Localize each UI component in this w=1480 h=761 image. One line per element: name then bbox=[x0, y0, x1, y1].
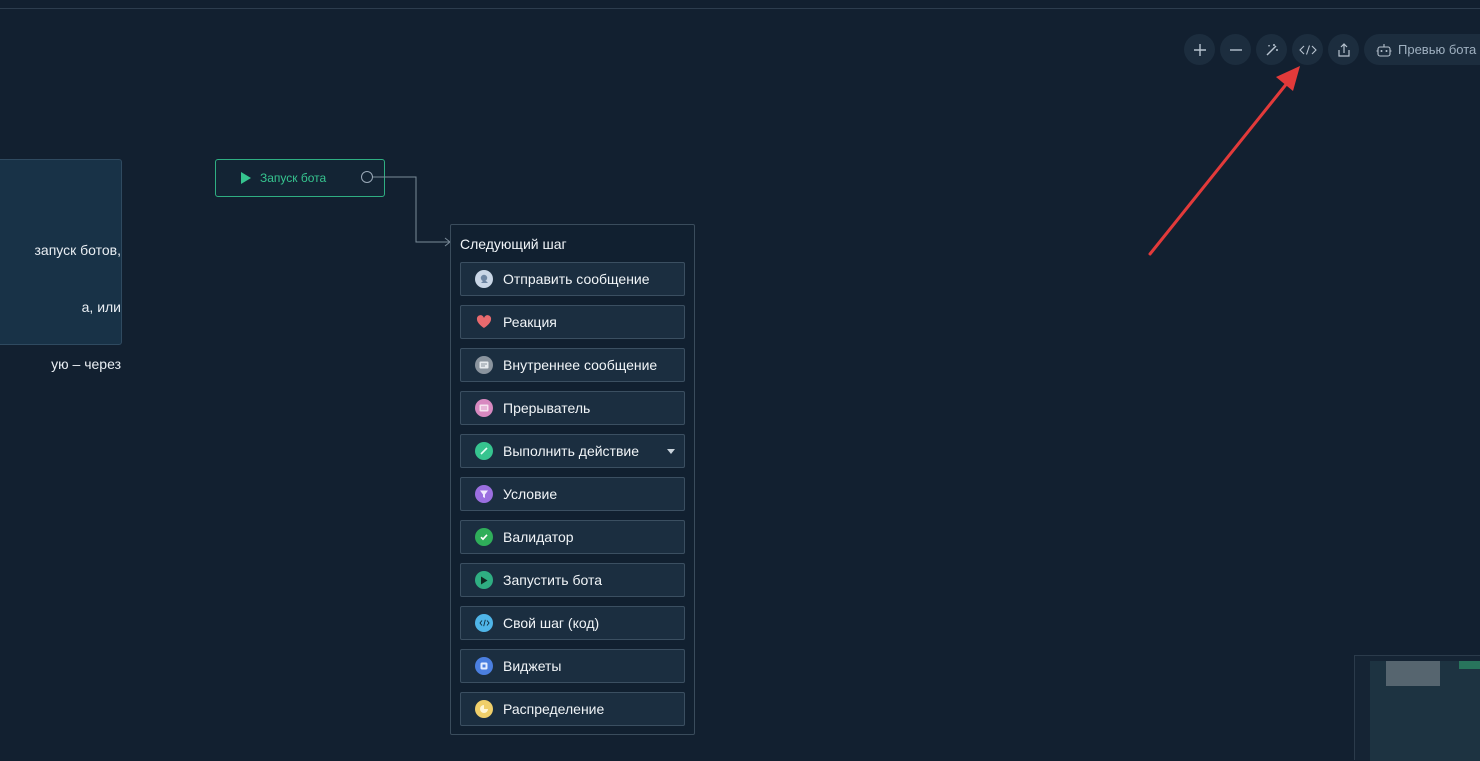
step-label: Выполнить действие bbox=[503, 443, 640, 459]
step-label: Виджеты bbox=[503, 658, 562, 674]
plus-icon bbox=[1193, 43, 1206, 56]
note-text: запуск ботов, а, или ую – через bbox=[0, 203, 121, 393]
step-widgets[interactable]: Виджеты bbox=[460, 649, 685, 683]
chevron-down-icon[interactable] bbox=[667, 449, 675, 454]
code-icon bbox=[475, 614, 493, 632]
note-line: а, или bbox=[81, 299, 121, 315]
step-reaction[interactable]: Реакция bbox=[460, 305, 685, 339]
internal-message-icon bbox=[475, 356, 493, 374]
top-divider bbox=[0, 8, 1480, 9]
step-label: Свой шаг (код) bbox=[503, 615, 600, 631]
step-custom-code[interactable]: Свой шаг (код) bbox=[460, 606, 685, 640]
step-condition[interactable]: Условие bbox=[460, 477, 685, 511]
heart-icon bbox=[475, 313, 493, 331]
chat-bubble-icon bbox=[475, 270, 493, 288]
magic-wand-icon bbox=[1266, 43, 1278, 55]
step-distribution[interactable]: Распределение bbox=[460, 692, 685, 726]
step-interrupter[interactable]: Прерыватель bbox=[460, 391, 685, 425]
step-label: Валидатор bbox=[503, 529, 574, 545]
auto-layout-button[interactable] bbox=[1256, 34, 1287, 65]
minimap-node bbox=[1459, 661, 1480, 669]
play-icon bbox=[241, 172, 251, 184]
robot-icon bbox=[1376, 43, 1392, 57]
bot-preview-label: Превью бота bbox=[1398, 42, 1477, 57]
step-label: Условие bbox=[503, 486, 558, 502]
step-label: Отправить сообщение bbox=[503, 271, 650, 287]
node-connector bbox=[373, 176, 451, 247]
step-label: Запустить бота bbox=[503, 572, 603, 588]
output-port[interactable] bbox=[361, 171, 373, 183]
note-line: запуск ботов, bbox=[34, 242, 121, 258]
filter-icon bbox=[475, 485, 493, 503]
minimap-node bbox=[1386, 661, 1440, 686]
minimap[interactable] bbox=[1354, 655, 1480, 761]
step-validator[interactable]: Валидатор bbox=[460, 520, 685, 554]
step-label: Прерыватель bbox=[503, 400, 591, 416]
check-icon bbox=[475, 528, 493, 546]
export-icon bbox=[1337, 42, 1350, 57]
widget-icon bbox=[475, 657, 493, 675]
code-button[interactable] bbox=[1292, 34, 1323, 65]
start-bot-node[interactable]: Запуск бота bbox=[215, 159, 385, 197]
step-send-message[interactable]: Отправить сообщение bbox=[460, 262, 685, 296]
step-label: Распределение bbox=[503, 701, 605, 717]
step-start-bot[interactable]: Запустить бота bbox=[460, 563, 685, 597]
minus-icon bbox=[1229, 48, 1242, 51]
interrupt-icon bbox=[475, 399, 493, 417]
next-step-panel: Следующий шаг Отправить сообщение Реакци… bbox=[450, 224, 695, 735]
zoom-out-button[interactable] bbox=[1220, 34, 1251, 65]
export-button[interactable] bbox=[1328, 34, 1359, 65]
step-label: Реакция bbox=[503, 314, 557, 330]
start-bot-node-label: Запуск бота bbox=[260, 171, 327, 185]
bot-preview-button[interactable]: Превью бота bbox=[1364, 34, 1480, 65]
panel-title: Следующий шаг bbox=[460, 236, 567, 252]
note-line: ую – через bbox=[51, 356, 121, 372]
step-internal-message[interactable]: Внутреннее сообщение bbox=[460, 348, 685, 382]
step-perform-action[interactable]: Выполнить действие bbox=[460, 434, 685, 468]
code-icon bbox=[1298, 44, 1317, 55]
distribution-icon bbox=[475, 700, 493, 718]
action-icon bbox=[475, 442, 493, 460]
annotation-arrow bbox=[1148, 66, 1300, 256]
zoom-in-button[interactable] bbox=[1184, 34, 1215, 65]
step-label: Внутреннее сообщение bbox=[503, 357, 658, 373]
play-icon bbox=[475, 571, 493, 589]
